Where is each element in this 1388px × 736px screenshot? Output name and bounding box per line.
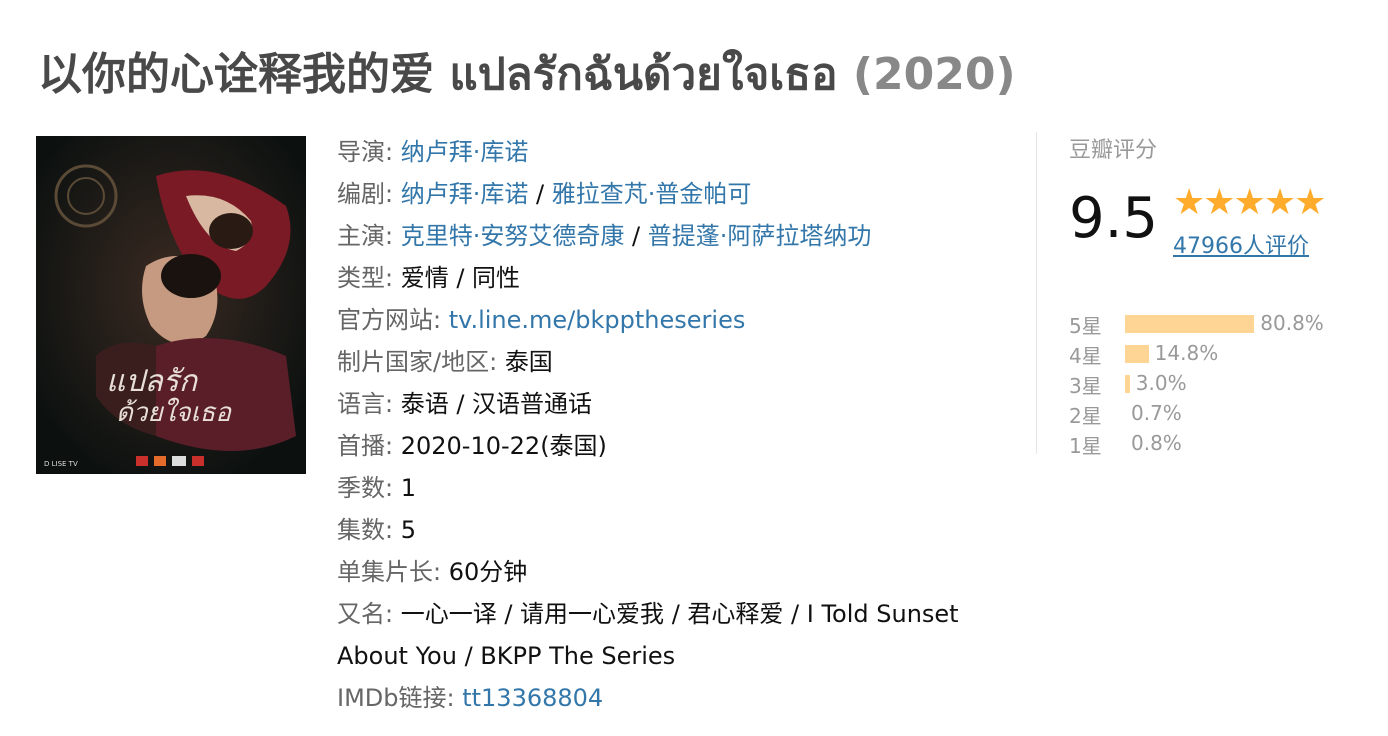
rating-stars-icon: ★★★★★	[1173, 182, 1326, 223]
aka-row-continued: About You / BKPP The Series	[337, 635, 1017, 677]
language-label: 语言	[337, 390, 385, 418]
movie-page: 以你的心诠释我的爱 แปลรักฉันด้วยใจเธอ (2020) แปลร…	[0, 0, 1388, 736]
rating-row-5-star: 5星 80.8%	[1069, 310, 1366, 340]
imdb-row: IMDb链接: tt13368804	[337, 684, 604, 712]
episodes-value: 5	[400, 516, 416, 544]
cast-label: 主演	[337, 222, 385, 250]
rating-row-label: 3星	[1069, 374, 1102, 398]
writer-row: 编剧: 纳卢拜·库诺 / 雅拉查芃·普金帕可	[337, 180, 752, 208]
runtime-label: 单集片长	[337, 558, 433, 586]
rating-row-label: 2星	[1069, 404, 1102, 428]
svg-text:แปลรัก: แปลรัก	[106, 364, 199, 399]
cast-row: 主演: 克里特·安努艾德奇康 / 普提蓬·阿萨拉塔纳功	[337, 222, 872, 250]
rating-row-3-star: 3星 3.0%	[1069, 370, 1366, 400]
score-row: 9.5 ★★★★★ 47966人评价	[1069, 178, 1366, 260]
writer-link-2[interactable]: 雅拉查芃·普金帕可	[552, 180, 752, 208]
runtime-value: 60分钟	[448, 558, 528, 586]
language-value: 泰语 / 汉语普通话	[400, 390, 593, 418]
website-link[interactable]: tv.line.me/bkpptheseries	[449, 306, 746, 334]
genre-value: 爱情 / 同性	[400, 264, 521, 292]
country-value: 泰国	[504, 348, 553, 376]
rating-label: 豆瓣评分	[1069, 138, 1158, 163]
rating-bar	[1125, 315, 1255, 333]
title-thai: แปลรักฉันด้วยใจเธอ	[449, 49, 838, 100]
svg-text:ด้วยใจเธอ: ด้วยใจเธอ	[116, 397, 232, 428]
season-row: 季数: 1	[337, 474, 416, 502]
premiere-row: 首播: 2020-10-22(泰国)	[337, 432, 607, 460]
title-chinese: 以你的心诠释我的爱	[38, 49, 434, 100]
premiere-label: 首播	[337, 432, 385, 460]
rating-row-label: 4星	[1069, 344, 1102, 368]
rating-row-2-star: 2星 0.7%	[1069, 400, 1366, 430]
rating-histogram: 5星 80.8% 4星 14.8% 3星 3.0% 2星 0.7% 1星 0.8%	[1069, 310, 1366, 460]
genre-row: 类型: 爱情 / 同性	[337, 264, 521, 292]
rating-percent: 80.8%	[1260, 311, 1324, 335]
language-row: 语言: 泰语 / 汉语普通话	[337, 390, 593, 418]
season-value: 1	[400, 474, 416, 502]
imdb-label: IMDb链接	[337, 684, 447, 712]
website-row: 官方网站: tv.line.me/bkpptheseries	[337, 306, 746, 334]
rating-row-label: 5星	[1069, 314, 1102, 338]
poster-image[interactable]: แปลรัก ด้วยใจเธอ D LISE TV	[36, 136, 306, 474]
country-row: 制片国家/地区: 泰国	[337, 348, 553, 376]
director-label: 导演	[337, 138, 385, 166]
aka-value-line1: 一心一译 / 请用一心爱我 / 君心释爱 / I Told Sunset	[400, 600, 959, 628]
episodes-label: 集数	[337, 516, 385, 544]
episodes-row: 集数: 5	[337, 516, 416, 544]
cast-link-1[interactable]: 克里特·安努艾德奇康	[401, 222, 625, 250]
writer-label: 编剧	[337, 180, 385, 208]
director-link[interactable]: 纳卢拜·库诺	[401, 138, 529, 166]
writer-link-1[interactable]: 纳卢拜·库诺	[401, 180, 529, 208]
website-label: 官方网站	[337, 306, 433, 334]
info-panel: 导演: 纳卢拜·库诺 编剧: 纳卢拜·库诺 / 雅拉查芃·普金帕可 主演: 克里…	[337, 131, 1017, 719]
rating-bar	[1125, 345, 1149, 363]
rating-percent: 0.7%	[1131, 401, 1182, 425]
aka-value-line2: About You / BKPP The Series	[337, 642, 676, 670]
premiere-value: 2020-10-22(泰国)	[400, 432, 607, 460]
rating-row-4-star: 4星 14.8%	[1069, 340, 1366, 370]
aka-label: 又名	[337, 600, 385, 628]
aka-row: 又名: 一心一译 / 请用一心爱我 / 君心释爱 / I Told Sunset	[337, 600, 959, 628]
cast-link-2[interactable]: 普提蓬·阿萨拉塔纳功	[648, 222, 872, 250]
imdb-link[interactable]: tt13368804	[462, 684, 603, 712]
title-year: (2020)	[852, 49, 1016, 100]
country-label: 制片国家/地区	[337, 348, 490, 376]
rating-votes-link[interactable]: 47966人评价	[1173, 228, 1309, 260]
rating-panel: 豆瓣评分 9.5 ★★★★★ 47966人评价 5星 80.8% 4星 14.8% 3星…	[1036, 132, 1366, 458]
rating-score: 9.5	[1069, 186, 1159, 251]
season-label: 季数	[337, 474, 385, 502]
rating-row-1-star: 1星 0.8%	[1069, 430, 1366, 460]
director-row: 导演: 纳卢拜·库诺	[337, 138, 529, 166]
page-title: 以你的心诠释我的爱 แปลรักฉันด้วยใจเธอ (2020)	[38, 38, 1016, 109]
poster-brand: D LISE TV	[44, 460, 78, 468]
rating-percent: 3.0%	[1135, 371, 1187, 395]
rating-row-label: 1星	[1069, 434, 1102, 458]
runtime-row: 单集片长: 60分钟	[337, 558, 528, 586]
rating-bar	[1125, 375, 1130, 393]
rating-percent: 0.8%	[1131, 431, 1182, 455]
rating-percent: 14.8%	[1154, 341, 1219, 365]
genre-label: 类型	[337, 264, 385, 292]
